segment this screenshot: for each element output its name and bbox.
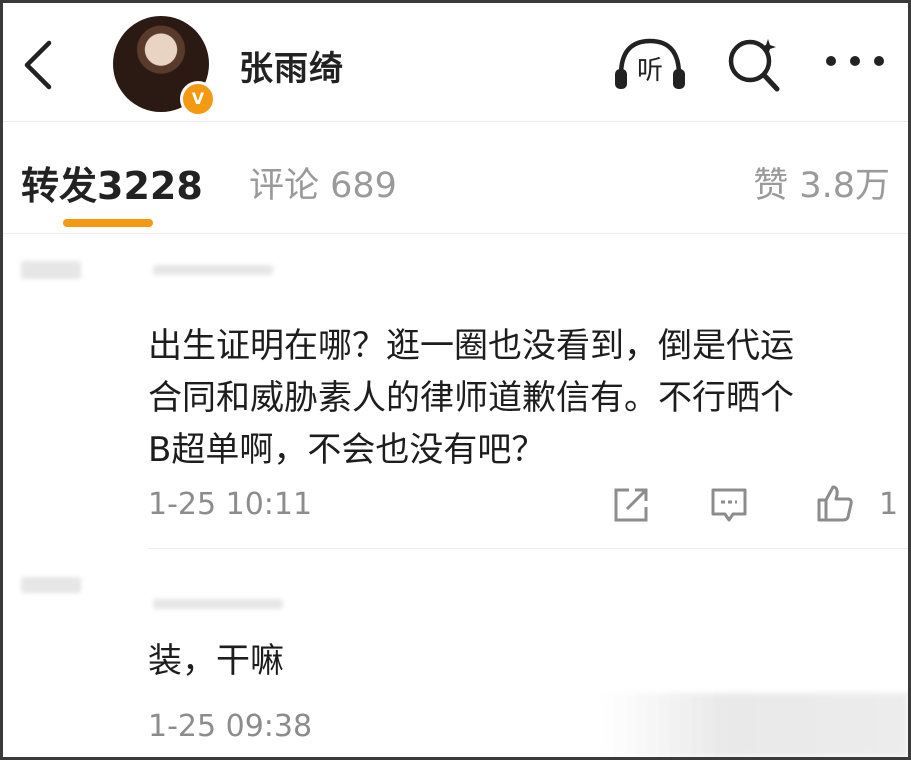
- watermark: [603, 693, 908, 757]
- header: V 张雨绮 听: [3, 3, 908, 123]
- header-divider: [3, 121, 908, 122]
- listen-label: 听: [637, 56, 663, 86]
- blurred-avatar: [21, 577, 81, 593]
- tab-repost[interactable]: 转发3228: [21, 155, 203, 210]
- like-icon[interactable]: [815, 483, 855, 523]
- like-count: 1: [879, 487, 899, 522]
- reply-icon[interactable]: [709, 485, 749, 525]
- tabs-divider: [3, 233, 908, 234]
- comment-time: 1-25 10:11: [148, 487, 313, 522]
- comment-time: 1-25 09:38: [148, 709, 313, 744]
- blurred-username: [153, 599, 283, 609]
- blurred-username: [153, 265, 273, 275]
- share-icon[interactable]: [611, 485, 651, 525]
- comment-divider: [148, 548, 908, 549]
- listen-icon[interactable]: 听: [611, 35, 689, 91]
- back-icon[interactable]: [19, 37, 59, 93]
- comment-text: 出生证明在哪？逛一圈也没看到，倒是代运 合同和威胁素人的律师道歉信有。不行晒个 …: [148, 326, 794, 470]
- username[interactable]: 张雨绮: [239, 41, 344, 90]
- tab-comments[interactable]: 评论 689: [249, 157, 397, 208]
- blurred-avatar: [21, 261, 81, 279]
- tab-bar: 转发3228 评论 689 赞 3.8万: [3, 123, 908, 233]
- more-icon[interactable]: [823, 49, 887, 73]
- active-tab-indicator: [63, 219, 153, 227]
- comment-text: 装，干嘛: [148, 641, 284, 681]
- tab-likes[interactable]: 赞 3.8万: [753, 157, 890, 208]
- search-icon[interactable]: [725, 33, 783, 93]
- weibo-repost-page: V 张雨绮 听 转发3228 评论 689 赞 3.8万 出生证明在哪？逛一圈也…: [0, 0, 911, 760]
- verified-badge-icon: V: [180, 81, 216, 117]
